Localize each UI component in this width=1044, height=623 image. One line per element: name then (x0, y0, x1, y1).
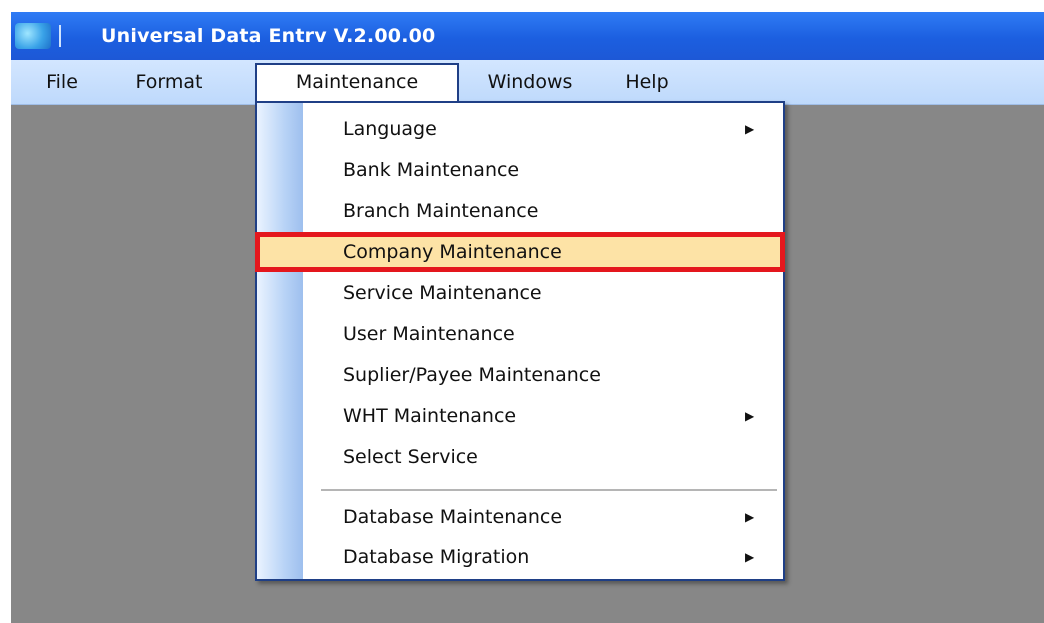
menu-maintenance[interactable]: Maintenance (255, 63, 459, 101)
menu-file[interactable]: File (32, 63, 92, 101)
menu-item-label: Select Service (343, 446, 478, 468)
submenu-arrow-icon: ▶ (745, 122, 755, 136)
menu-item-company-maintenance[interactable]: Company Maintenance (255, 232, 785, 272)
menu-item-wht-maintenance[interactable]: WHT Maintenance ▶ (257, 398, 783, 434)
menu-item-database-maintenance[interactable]: Database Maintenance ▶ (257, 499, 783, 535)
title-bar: Universal Data Entrv V.2.00.00 (11, 12, 1044, 60)
menu-item-select-service[interactable]: Select Service (257, 439, 783, 475)
menu-item-label: User Maintenance (343, 323, 515, 345)
menu-item-supplier-payee-maintenance[interactable]: Suplier/Payee Maintenance (257, 357, 783, 393)
menu-windows[interactable]: Windows (473, 63, 587, 101)
app-globe-icon (15, 23, 61, 49)
menu-item-database-migration[interactable]: Database Migration ▶ (257, 539, 783, 575)
menu-format[interactable]: Format (119, 63, 219, 101)
menu-item-label: Service Maintenance (343, 282, 542, 304)
maintenance-dropdown: Language ▶ Bank Maintenance Branch Maint… (255, 101, 785, 581)
submenu-arrow-icon: ▶ (745, 510, 755, 524)
menu-item-label: Database Maintenance (343, 506, 563, 528)
submenu-arrow-icon: ▶ (745, 409, 755, 423)
menu-item-label: Language (343, 118, 437, 140)
app-window: Universal Data Entrv V.2.00.00 File Form… (11, 12, 1044, 623)
menu-bar: File Format Maintenance Windows Help (11, 60, 1044, 105)
menu-item-label: Bank Maintenance (343, 159, 520, 181)
menu-item-service-maintenance[interactable]: Service Maintenance (257, 275, 783, 311)
submenu-arrow-icon: ▶ (745, 550, 755, 564)
menu-help[interactable]: Help (617, 63, 677, 101)
menu-separator (321, 489, 777, 491)
menu-item-bank-maintenance[interactable]: Bank Maintenance (257, 152, 783, 188)
menu-item-label: Branch Maintenance (343, 200, 539, 222)
menu-item-label: Company Maintenance (343, 241, 562, 263)
menu-item-label: Database Migration (343, 546, 530, 568)
window-title: Universal Data Entrv V.2.00.00 (101, 25, 436, 47)
menu-item-branch-maintenance[interactable]: Branch Maintenance (257, 193, 783, 229)
menu-item-user-maintenance[interactable]: User Maintenance (257, 316, 783, 352)
menu-item-language[interactable]: Language ▶ (257, 111, 783, 147)
menu-item-label: Suplier/Payee Maintenance (343, 364, 601, 386)
menu-item-label: WHT Maintenance (343, 405, 517, 427)
